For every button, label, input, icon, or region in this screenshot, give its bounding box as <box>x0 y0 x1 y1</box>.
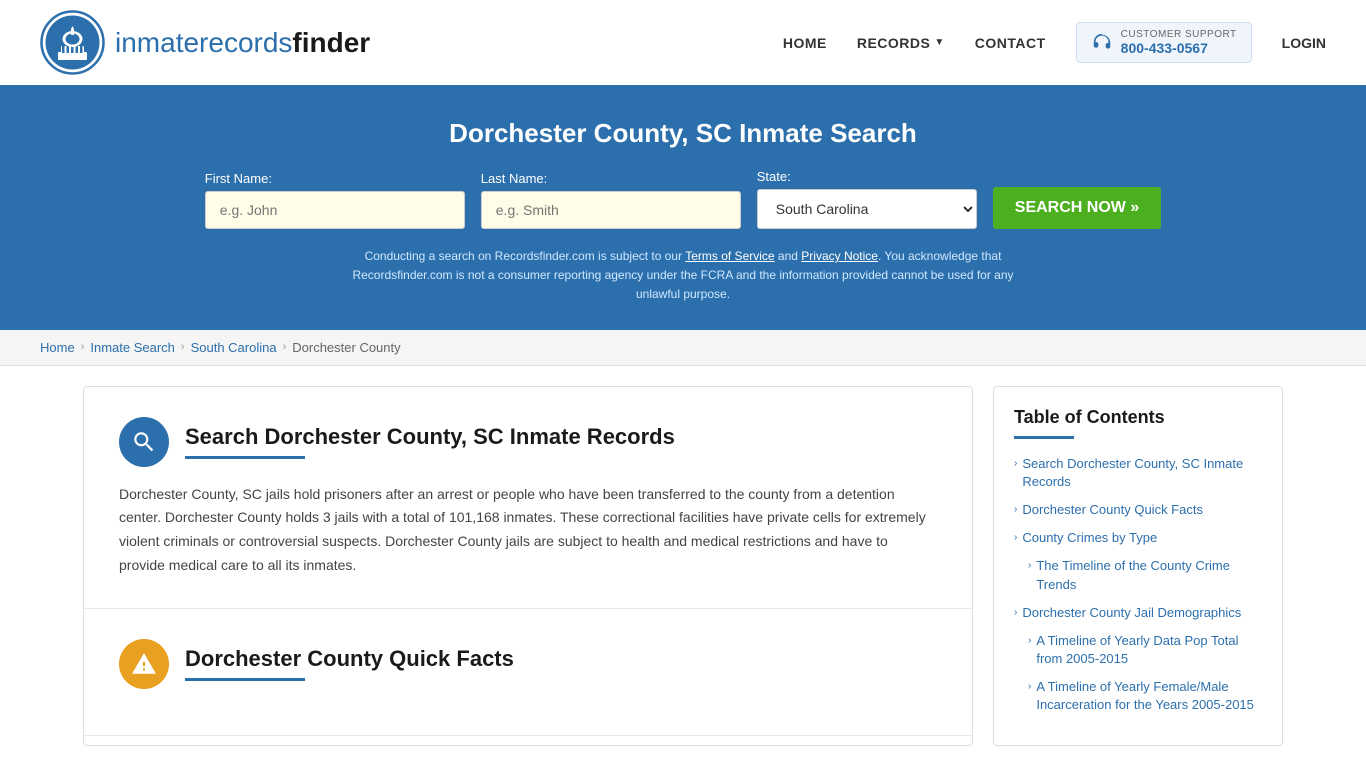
login-button[interactable]: LOGIN <box>1282 35 1326 51</box>
chevron-right-icon-6: › <box>1028 634 1031 648</box>
section1-text: Dorchester County, SC jails hold prisone… <box>119 483 937 578</box>
nav-records[interactable]: RECORDS ▼ <box>857 35 945 51</box>
main-content: Search Dorchester County, SC Inmate Reco… <box>83 386 973 746</box>
chevron-down-icon: ▼ <box>934 37 944 48</box>
toc-link-4[interactable]: › The Timeline of the County Crime Trend… <box>1028 557 1262 593</box>
headset-icon <box>1091 32 1113 54</box>
first-name-input[interactable] <box>205 191 465 229</box>
hero-disclaimer: Conducting a search on Recordsfinder.com… <box>333 247 1033 305</box>
section2-underline <box>185 678 305 681</box>
toc-link-1[interactable]: › Search Dorchester County, SC Inmate Re… <box>1014 455 1262 491</box>
first-name-group: First Name: <box>205 171 465 229</box>
logo-text: inmaterecordsfinder <box>115 27 370 59</box>
breadcrumb: Home › Inmate Search › South Carolina › … <box>0 330 1366 366</box>
first-name-label: First Name: <box>205 171 272 186</box>
logo-area: inmaterecordsfinder <box>40 10 370 75</box>
main-nav: HOME RECORDS ▼ CONTACT CUSTOMER SUPPORT … <box>783 22 1326 63</box>
breadcrumb-current: Dorchester County <box>292 340 400 355</box>
state-group: State: South Carolina <box>757 169 977 229</box>
toc-list: › Search Dorchester County, SC Inmate Re… <box>1014 455 1262 715</box>
chevron-right-icon-5: › <box>1014 606 1017 620</box>
toc-link-7[interactable]: › A Timeline of Yearly Female/Male Incar… <box>1028 678 1262 714</box>
toc-link-3[interactable]: › County Crimes by Type <box>1014 529 1262 547</box>
last-name-group: Last Name: <box>481 171 741 229</box>
breadcrumb-south-carolina[interactable]: South Carolina <box>191 340 277 355</box>
hero-title: Dorchester County, SC Inmate Search <box>40 118 1326 149</box>
section2-title: Dorchester County Quick Facts <box>185 646 514 672</box>
logo-icon <box>40 10 105 75</box>
chevron-right-icon-1: › <box>1014 457 1017 471</box>
breadcrumb-inmate-search[interactable]: Inmate Search <box>90 340 175 355</box>
breadcrumb-home[interactable]: Home <box>40 340 75 355</box>
main-container: Search Dorchester County, SC Inmate Reco… <box>43 366 1323 766</box>
toc-divider <box>1014 436 1074 439</box>
toc-item-4: › The Timeline of the County Crime Trend… <box>1028 557 1262 593</box>
toc-title: Table of Contents <box>1014 407 1262 428</box>
search-form: First Name: Last Name: State: South Caro… <box>40 169 1326 229</box>
hero-section: Dorchester County, SC Inmate Search Firs… <box>0 88 1366 330</box>
support-label: CUSTOMER SUPPORT <box>1121 29 1237 40</box>
state-select[interactable]: South Carolina <box>757 189 977 229</box>
state-label: State: <box>757 169 791 184</box>
sidebar: Table of Contents › Search Dorchester Co… <box>993 386 1283 746</box>
toc-item-1: › Search Dorchester County, SC Inmate Re… <box>1014 455 1262 491</box>
breadcrumb-sep-1: › <box>81 341 85 353</box>
nav-contact[interactable]: CONTACT <box>975 35 1046 51</box>
section-inmate-records: Search Dorchester County, SC Inmate Reco… <box>84 387 972 609</box>
last-name-input[interactable] <box>481 191 741 229</box>
toc-item-6: › A Timeline of Yearly Data Pop Total fr… <box>1028 632 1262 668</box>
breadcrumb-sep-3: › <box>283 341 287 353</box>
toc-link-5[interactable]: › Dorchester County Jail Demographics <box>1014 604 1262 622</box>
toc-item-7: › A Timeline of Yearly Female/Male Incar… <box>1028 678 1262 714</box>
toc-box: Table of Contents › Search Dorchester Co… <box>993 386 1283 746</box>
info-section-icon <box>119 639 169 689</box>
breadcrumb-sep-2: › <box>181 341 185 353</box>
site-header: inmaterecordsfinder HOME RECORDS ▼ CONTA… <box>0 0 1366 88</box>
privacy-link[interactable]: Privacy Notice <box>801 249 878 263</box>
section-quick-facts: Dorchester County Quick Facts <box>84 609 972 736</box>
customer-support-box: CUSTOMER SUPPORT 800-433-0567 <box>1076 22 1252 63</box>
search-section-icon <box>119 417 169 467</box>
section1-underline <box>185 456 305 459</box>
toc-link-2[interactable]: › Dorchester County Quick Facts <box>1014 501 1262 519</box>
section1-header: Search Dorchester County, SC Inmate Reco… <box>119 417 937 467</box>
toc-item-2: › Dorchester County Quick Facts <box>1014 501 1262 519</box>
last-name-label: Last Name: <box>481 171 547 186</box>
toc-link-6[interactable]: › A Timeline of Yearly Data Pop Total fr… <box>1028 632 1262 668</box>
toc-item-3: › County Crimes by Type <box>1014 529 1262 547</box>
nav-home[interactable]: HOME <box>783 35 827 51</box>
section1-title: Search Dorchester County, SC Inmate Reco… <box>185 424 675 450</box>
tos-link[interactable]: Terms of Service <box>685 249 774 263</box>
section2-header: Dorchester County Quick Facts <box>119 639 937 689</box>
chevron-right-icon-2: › <box>1014 503 1017 517</box>
toc-item-5: › Dorchester County Jail Demographics <box>1014 604 1262 622</box>
support-phone: 800-433-0567 <box>1121 40 1237 56</box>
chevron-right-icon-3: › <box>1014 531 1017 545</box>
chevron-right-icon-7: › <box>1028 680 1031 694</box>
search-button[interactable]: SEARCH NOW » <box>993 187 1161 229</box>
chevron-right-icon-4: › <box>1028 559 1031 573</box>
